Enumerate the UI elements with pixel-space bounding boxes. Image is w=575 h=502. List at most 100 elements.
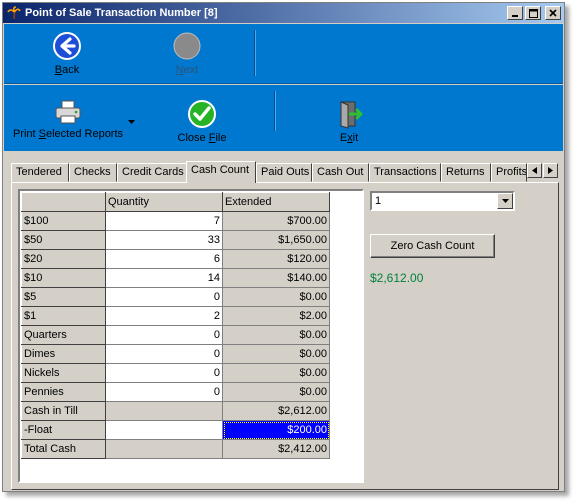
tab-credit-cards[interactable]: Credit Cards [117,163,187,182]
cash-in-till-value: $2,612.00 [222,401,330,421]
extended-cell: $2.00 [222,306,330,326]
extended-cell: $700.00 [222,211,330,231]
print-options-dropdown[interactable] [126,115,136,127]
close-window-button[interactable] [545,6,561,20]
close-icon [549,9,557,17]
tab-paid-outs[interactable]: Paid Outs [256,163,312,182]
row-label: $5 [21,287,106,307]
grid-header-row: Quantity Extended [21,192,330,212]
tab-cash-out[interactable]: Cash Out [312,163,369,182]
table-row: $20 6 $120.00 [21,249,330,269]
chevron-down-icon [127,120,135,124]
table-row: Dimes 0 $0.00 [21,344,330,364]
chevron-right-icon [548,167,553,174]
total-cash-value: $2,412.00 [222,439,330,459]
palm-tree-app-icon[interactable] [6,5,22,21]
header-corner [21,192,106,212]
row-label: $1 [21,306,106,326]
quantity-cell[interactable]: 0 [105,344,223,364]
tab-transactions[interactable]: Transactions [369,163,441,182]
row-label: Total Cash [21,439,106,459]
tab-strip: Tendered Checks Credit Cards Cash Count … [11,161,559,183]
extended-cell: $0.00 [222,344,330,364]
maximize-icon [528,8,538,18]
exit-button[interactable]: Exit [324,99,374,144]
back-button[interactable]: Back [42,31,92,76]
float-row: -Float $200.00 [21,420,330,440]
quantity-cell[interactable]: 2 [105,306,223,326]
extended-cell: $0.00 [222,325,330,345]
printer-icon [55,100,81,124]
extended-cell: $1,650.00 [222,230,330,250]
exit-label: Exit [339,132,359,144]
table-row: Pennies 0 $0.00 [21,382,330,402]
tab-scroll-right-button[interactable] [543,163,558,178]
table-row: $1 2 $2.00 [21,306,330,326]
extended-cell: $140.00 [222,268,330,288]
chevron-down-icon [501,199,509,203]
float-value-input[interactable]: $200.00 [222,420,330,440]
row-label: Dimes [21,344,106,364]
actions-toolbar: Print Selected Reports Close File Exit [4,85,563,151]
extended-cell: $0.00 [222,382,330,402]
next-label: Next [175,64,199,76]
register-select-dropdown-button[interactable] [497,193,513,209]
minimize-button[interactable] [507,6,523,20]
cash-count-grid: Quantity Extended $100 7 $700.00 $50 33 … [18,189,364,483]
table-row: $100 7 $700.00 [21,211,330,231]
zero-cash-count-button[interactable]: Zero Cash Count [370,234,495,258]
maximize-button[interactable] [525,6,541,20]
table-row: $10 14 $140.00 [21,268,330,288]
minimize-icon [512,15,518,17]
print-selected-reports-button[interactable]: Print Selected Reports [10,99,126,140]
empty-cell [105,420,223,440]
navigation-toolbar: Back Next [4,24,563,84]
row-label: $10 [21,268,106,288]
pos-window: Point of Sale Transaction Number [8] Bac… [2,2,565,492]
header-extended[interactable]: Extended [222,192,330,212]
window-title: Point of Sale Transaction Number [8] [25,7,218,19]
cash-total-display: $2,612.00 [370,271,424,285]
empty-cell [105,439,223,459]
print-selected-reports-label: Print Selected Reports [12,128,124,140]
row-label: $20 [21,249,106,269]
checkmark-icon [188,100,216,128]
quantity-cell[interactable]: 0 [105,363,223,383]
back-arrow-icon [53,32,81,60]
tab-returns[interactable]: Returns [441,163,491,182]
empty-cell [105,401,223,421]
row-label: Quarters [21,325,106,345]
toolbar-separator [274,91,276,131]
tab-cash-count[interactable]: Cash Count [186,161,256,183]
tab-checks[interactable]: Checks [69,163,117,182]
quantity-cell[interactable]: 0 [105,287,223,307]
row-label: Cash in Till [21,401,106,421]
quantity-cell[interactable]: 33 [105,230,223,250]
title-bar[interactable]: Point of Sale Transaction Number [8] [3,3,564,23]
total-cash-row: Total Cash $2,412.00 [21,439,330,459]
extended-cell: $0.00 [222,287,330,307]
quantity-cell[interactable]: 0 [105,382,223,402]
register-select-value: 1 [375,195,382,207]
register-select[interactable]: 1 [370,191,515,211]
close-file-button[interactable]: Close File [170,99,234,144]
quantity-cell[interactable]: 0 [105,325,223,345]
table-row: Nickels 0 $0.00 [21,363,330,383]
row-label: $50 [21,230,106,250]
header-quantity[interactable]: Quantity [105,192,223,212]
row-label: Pennies [21,382,106,402]
tab-profits[interactable]: Profits [491,163,527,182]
extended-cell: $120.00 [222,249,330,269]
tab-tendered[interactable]: Tendered [11,163,69,182]
next-button[interactable]: Next [162,31,212,76]
quantity-cell[interactable]: 7 [105,211,223,231]
next-circle-icon [173,32,201,60]
tab-scroll-left-button[interactable] [527,163,542,178]
row-label: -Float [21,420,106,440]
quantity-cell[interactable]: 6 [105,249,223,269]
back-label: Back [54,64,80,76]
quantity-cell[interactable]: 14 [105,268,223,288]
close-file-label: Close File [177,132,227,144]
exit-door-icon [340,101,363,129]
row-label: $100 [21,211,106,231]
